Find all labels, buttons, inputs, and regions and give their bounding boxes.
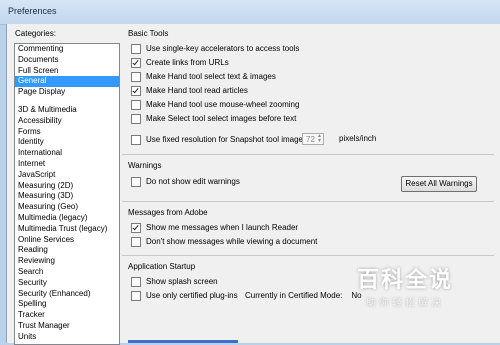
option-hand-wheel-zoom[interactable]: Make Hand tool use mouse-wheel zooming xyxy=(131,99,299,110)
option-snapshot-resolution[interactable]: Use fixed resolution for Snapshot tool i… xyxy=(131,134,309,145)
category-item-javascript[interactable]: JavaScript xyxy=(15,170,119,181)
option-single-key-accelerators[interactable]: Use single-key accelerators to access to… xyxy=(131,43,299,54)
divider xyxy=(122,154,494,155)
option-create-links[interactable]: Create links from URLs xyxy=(131,57,229,68)
checkbox[interactable] xyxy=(131,99,141,110)
option-select-images-first[interactable]: Make Select tool select images before te… xyxy=(131,113,296,124)
category-item-measuring-2d[interactable]: Measuring (2D) xyxy=(15,181,119,192)
category-item-identity[interactable]: Identity xyxy=(15,137,119,148)
checkbox[interactable] xyxy=(131,71,141,82)
category-item-reviewing[interactable]: Reviewing xyxy=(15,256,119,267)
category-item-spelling[interactable]: Spelling xyxy=(15,299,119,310)
category-item-tracker[interactable]: Tracker xyxy=(15,310,119,321)
category-item-search[interactable]: Search xyxy=(15,267,119,278)
category-item-security-enhanced[interactable]: Security (Enhanced) xyxy=(15,289,119,300)
certified-mode-label: Currently in Certified Mode: xyxy=(245,291,343,300)
category-item-multimedia-legacy[interactable]: Multimedia (legacy) xyxy=(15,213,119,224)
stepper-arrows-icon[interactable]: ▲ ▼ xyxy=(317,134,322,144)
reset-all-warnings-button[interactable]: Reset All Warnings xyxy=(401,176,477,192)
checkbox[interactable] xyxy=(131,290,141,301)
option-label: Do not show edit warnings xyxy=(146,177,240,186)
category-item-international[interactable]: International xyxy=(15,148,119,159)
watermark-main: 百科全说 xyxy=(356,267,453,292)
stepper-value: 72 xyxy=(306,135,315,144)
category-item-measuring-geo[interactable]: Measuring (Geo) xyxy=(15,202,119,213)
category-item-multimedia-trust-legacy[interactable]: Multimedia Trust (legacy) xyxy=(15,224,119,235)
category-item-accessibility[interactable]: Accessibility xyxy=(15,116,119,127)
category-item-forms[interactable]: Forms xyxy=(15,127,119,138)
option-label: Make Hand tool read articles xyxy=(146,86,248,95)
category-item-units[interactable]: Units xyxy=(15,332,119,343)
window-title: Preferences xyxy=(8,6,57,16)
category-item-online-services[interactable]: Online Services xyxy=(15,235,119,246)
category-item-measuring-3d[interactable]: Measuring (3D) xyxy=(15,191,119,202)
divider xyxy=(122,255,494,256)
category-item-general[interactable]: General xyxy=(15,76,119,88)
option-label: Create links from URLs xyxy=(146,58,229,67)
category-item-trust-manager[interactable]: Trust Manager xyxy=(15,321,119,332)
option-label: Don't show messages while viewing a docu… xyxy=(146,237,318,246)
option-splash-screen[interactable]: Show splash screen xyxy=(131,276,218,287)
watermark-sub: 助你轻松解决 xyxy=(366,298,444,309)
category-item-internet[interactable]: Internet xyxy=(15,159,119,170)
option-label: Show me messages when I launch Reader xyxy=(146,223,299,232)
checkbox[interactable] xyxy=(131,85,141,96)
watermark: 百科全说 助你轻松解决 xyxy=(340,262,470,312)
checkbox[interactable] xyxy=(131,276,141,287)
snapshot-unit-label: pixels/inch xyxy=(339,134,377,143)
option-label: Use only certified plug-ins xyxy=(146,291,238,300)
checkbox[interactable] xyxy=(131,43,141,54)
option-label: Make Hand tool select text & images xyxy=(146,72,276,81)
checkbox[interactable] xyxy=(131,222,141,233)
checkbox[interactable] xyxy=(131,236,141,247)
messages-title: Messages from Adobe xyxy=(128,208,208,217)
checkbox[interactable] xyxy=(131,113,141,124)
option-certified-plugins[interactable]: Use only certified plug-ins xyxy=(131,290,238,301)
category-item-commenting[interactable]: Commenting xyxy=(15,44,119,55)
checkbox[interactable] xyxy=(131,176,141,187)
option-hand-read-articles[interactable]: Make Hand tool read articles xyxy=(131,85,248,96)
category-item-3d-multimedia[interactable]: 3D & Multimedia xyxy=(15,105,119,116)
category-item-full-screen[interactable]: Full Screen xyxy=(15,66,119,77)
checkbox[interactable] xyxy=(131,134,141,145)
option-no-edit-warnings[interactable]: Do not show edit warnings xyxy=(131,176,240,187)
checkbox[interactable] xyxy=(131,57,141,68)
option-label: Use single-key accelerators to access to… xyxy=(146,44,300,53)
basic-tools-title: Basic Tools xyxy=(128,29,169,38)
category-item-reading[interactable]: Reading xyxy=(15,245,119,256)
category-item-page-display[interactable]: Page Display xyxy=(15,87,119,98)
option-label: Make Hand tool use mouse-wheel zooming xyxy=(146,100,300,109)
option-hand-select-text[interactable]: Make Hand tool select text & images xyxy=(131,71,276,82)
divider xyxy=(122,201,494,202)
option-no-messages-viewing[interactable]: Don't show messages while viewing a docu… xyxy=(131,236,317,247)
startup-title: Application Startup xyxy=(128,262,196,271)
categories-list[interactable]: Commenting Documents Full Screen General Pag… xyxy=(14,43,120,345)
category-separator xyxy=(15,98,119,105)
warnings-title: Warnings xyxy=(128,161,162,170)
categories-label: Categories: xyxy=(15,29,56,38)
category-item-documents[interactable]: Documents xyxy=(15,55,119,66)
option-label: Show splash screen xyxy=(146,277,218,286)
option-label: Use fixed resolution for Snapshot tool i… xyxy=(146,135,310,144)
category-item-security[interactable]: Security xyxy=(15,278,119,289)
title-bar: Preferences xyxy=(0,0,500,25)
snapshot-resolution-stepper[interactable]: 72 ▲ ▼ xyxy=(302,133,324,145)
option-show-launch-messages[interactable]: Show me messages when I launch Reader xyxy=(131,222,298,233)
option-label: Make Select tool select images before te… xyxy=(146,114,297,123)
